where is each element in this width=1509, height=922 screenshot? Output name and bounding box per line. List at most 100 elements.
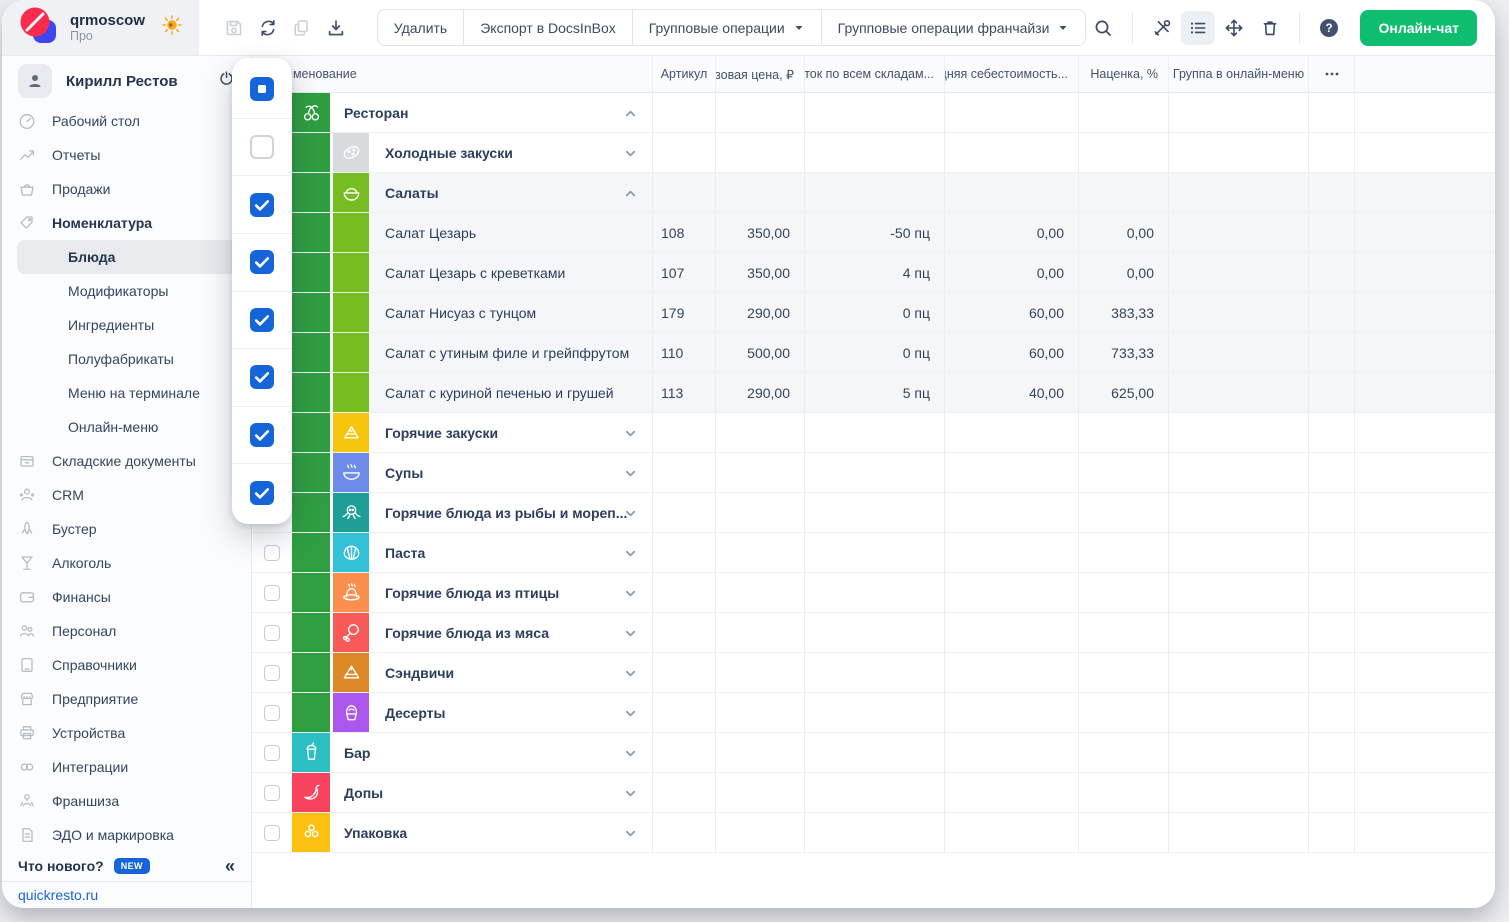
table-row[interactable]: Салат с куриной печенью и грушей113290,0…: [252, 373, 1495, 413]
sidebar-subitem-3[interactable]: Полуфабрикаты: [2, 342, 251, 376]
column-header-2[interactable]: Базовая цена, ₽: [715, 56, 804, 92]
table-row[interactable]: Паста: [252, 533, 1495, 573]
sidebar-item-4[interactable]: Складские документы: [2, 444, 251, 478]
move-icon[interactable]: [1217, 11, 1251, 45]
sidebar-item-11[interactable]: Предприятие: [2, 682, 251, 716]
collapse-chevron-icon[interactable]: [623, 186, 638, 204]
table-row[interactable]: Допы: [252, 773, 1495, 813]
column-header-4[interactable]: Средняя себестоимость...: [944, 56, 1078, 92]
help-icon[interactable]: ?: [1312, 11, 1346, 45]
sidebar-item-3[interactable]: Номенклатура: [2, 206, 251, 240]
sidebar-item-0[interactable]: Рабочий стол: [2, 104, 251, 138]
table-row[interactable]: Салат Нисуаз с тунцом179290,000 пц60,003…: [252, 293, 1495, 333]
sidebar-item-7[interactable]: Алкоголь: [2, 546, 251, 580]
expand-chevron-icon[interactable]: [623, 586, 638, 604]
expand-chevron-icon[interactable]: [623, 666, 638, 684]
expand-chevron-icon[interactable]: [623, 626, 638, 644]
sidebar-item-1[interactable]: Отчеты: [2, 138, 251, 172]
expand-chevron-icon[interactable]: [623, 466, 638, 484]
sidebar-item-10[interactable]: Справочники: [2, 648, 251, 682]
row-checkbox[interactable]: [264, 825, 280, 841]
row-checkbox[interactable]: [264, 705, 280, 721]
table-row[interactable]: Десерты: [252, 693, 1495, 733]
table-row[interactable]: Ресторан: [252, 93, 1495, 133]
row-checkbox[interactable]: [264, 625, 280, 641]
selection-column-panel[interactable]: [232, 58, 292, 524]
sidebar-item-15[interactable]: ЭДО и маркировка: [2, 818, 251, 851]
unchecked-checkbox[interactable]: [250, 135, 274, 159]
toolbar-button-2[interactable]: Групповые операции: [633, 10, 822, 45]
table-row[interactable]: Упаковка: [252, 813, 1495, 853]
toolbar-button-3[interactable]: Групповые операции франчайзи: [822, 10, 1086, 45]
expand-chevron-icon[interactable]: [623, 786, 638, 804]
sidebar-item-6[interactable]: Бустер: [2, 512, 251, 546]
column-header-0[interactable]: Наименование: [252, 56, 652, 92]
collapse-sidebar-button[interactable]: «: [225, 856, 235, 877]
expand-chevron-icon[interactable]: [623, 506, 638, 524]
expand-chevron-icon[interactable]: [623, 426, 638, 444]
sidebar-item-12[interactable]: Устройства: [2, 716, 251, 750]
table-row[interactable]: Горячие блюда из мяса: [252, 613, 1495, 653]
sidebar-item-5[interactable]: CRM: [2, 478, 251, 512]
checked-checkbox[interactable]: [250, 308, 274, 332]
toolbar-button-0[interactable]: Удалить: [378, 10, 464, 45]
sidebar-subitem-0[interactable]: Блюда: [17, 240, 237, 274]
checked-checkbox[interactable]: [250, 423, 274, 447]
table-row[interactable]: Холодные закуски: [252, 133, 1495, 173]
table-row[interactable]: Горячие блюда из птицы: [252, 573, 1495, 613]
expand-chevron-icon[interactable]: [623, 546, 638, 564]
sidebar-subitem-4[interactable]: Меню на терминале: [2, 376, 251, 410]
cell-markup: 0,00: [1078, 253, 1168, 292]
user-row[interactable]: Кирилл Рестов: [2, 58, 251, 104]
site-link[interactable]: quickresto.ru: [2, 881, 251, 908]
table-row[interactable]: Салат Цезарь108350,00-50 пц0,000,00: [252, 213, 1495, 253]
expand-chevron-icon[interactable]: [623, 146, 638, 164]
row-checkbox[interactable]: [264, 545, 280, 561]
sidebar-subitem-5[interactable]: Онлайн-меню: [2, 410, 251, 444]
sidebar-item-14[interactable]: Франшиза: [2, 784, 251, 818]
expand-chevron-icon[interactable]: [623, 746, 638, 764]
row-name-cell: Упаковка: [252, 813, 652, 852]
table-row[interactable]: Салаты: [252, 173, 1495, 213]
table-row[interactable]: Супы: [252, 453, 1495, 493]
column-header-3[interactable]: Остаток по всем складам...: [804, 56, 944, 92]
table-row[interactable]: Горячие блюда из рыбы и мореп...: [252, 493, 1495, 533]
tools-icon[interactable]: [1145, 11, 1179, 45]
list-icon[interactable]: [1181, 11, 1215, 45]
table-row[interactable]: Салат Цезарь с креветками107350,004 пц0,…: [252, 253, 1495, 293]
sidebar-subitem-1[interactable]: Модификаторы: [2, 274, 251, 308]
checked-checkbox[interactable]: [250, 193, 274, 217]
row-checkbox[interactable]: [264, 745, 280, 761]
toolbar-button-1[interactable]: Экспорт в DocsInBox: [464, 10, 633, 45]
table-row[interactable]: Салат с утиным филе и грейпфрутом110500,…: [252, 333, 1495, 373]
row-checkbox[interactable]: [264, 585, 280, 601]
row-checkbox[interactable]: [264, 785, 280, 801]
table-row[interactable]: Бар: [252, 733, 1495, 773]
search-icon[interactable]: [1086, 11, 1120, 45]
table-row[interactable]: Горячие закуски: [252, 413, 1495, 453]
sync-icon[interactable]: [251, 11, 285, 45]
sidebar-item-2[interactable]: Продажи: [2, 172, 251, 206]
checked-checkbox[interactable]: [250, 250, 274, 274]
expand-chevron-icon[interactable]: [623, 706, 638, 724]
table-row[interactable]: Сэндвичи: [252, 653, 1495, 693]
collapse-chevron-icon[interactable]: [623, 106, 638, 124]
online-chat-button[interactable]: Онлайн-чат: [1360, 10, 1477, 46]
checked-checkbox[interactable]: [250, 481, 274, 505]
theme-sun-icon[interactable]: [161, 14, 183, 41]
sidebar-item-8[interactable]: Финансы: [2, 580, 251, 614]
column-header-1[interactable]: Артикул: [652, 56, 715, 92]
row-checkbox[interactable]: [264, 665, 280, 681]
column-header-6[interactable]: Группа в онлайн-меню: [1168, 56, 1308, 92]
download-icon[interactable]: [319, 11, 353, 45]
sidebar-item-9[interactable]: Персонал: [2, 614, 251, 648]
sidebar-item-13[interactable]: Интеграции: [2, 750, 251, 784]
columns-more-button[interactable]: [1308, 56, 1354, 92]
whats-new-row[interactable]: Что нового? NEW «: [2, 851, 251, 881]
expand-chevron-icon[interactable]: [623, 826, 638, 844]
indeterminate-checkbox[interactable]: [250, 77, 274, 101]
sidebar-subitem-2[interactable]: Ингредиенты: [2, 308, 251, 342]
checked-checkbox[interactable]: [250, 365, 274, 389]
column-header-5[interactable]: Наценка, %: [1078, 56, 1168, 92]
trash-icon[interactable]: [1253, 11, 1287, 45]
